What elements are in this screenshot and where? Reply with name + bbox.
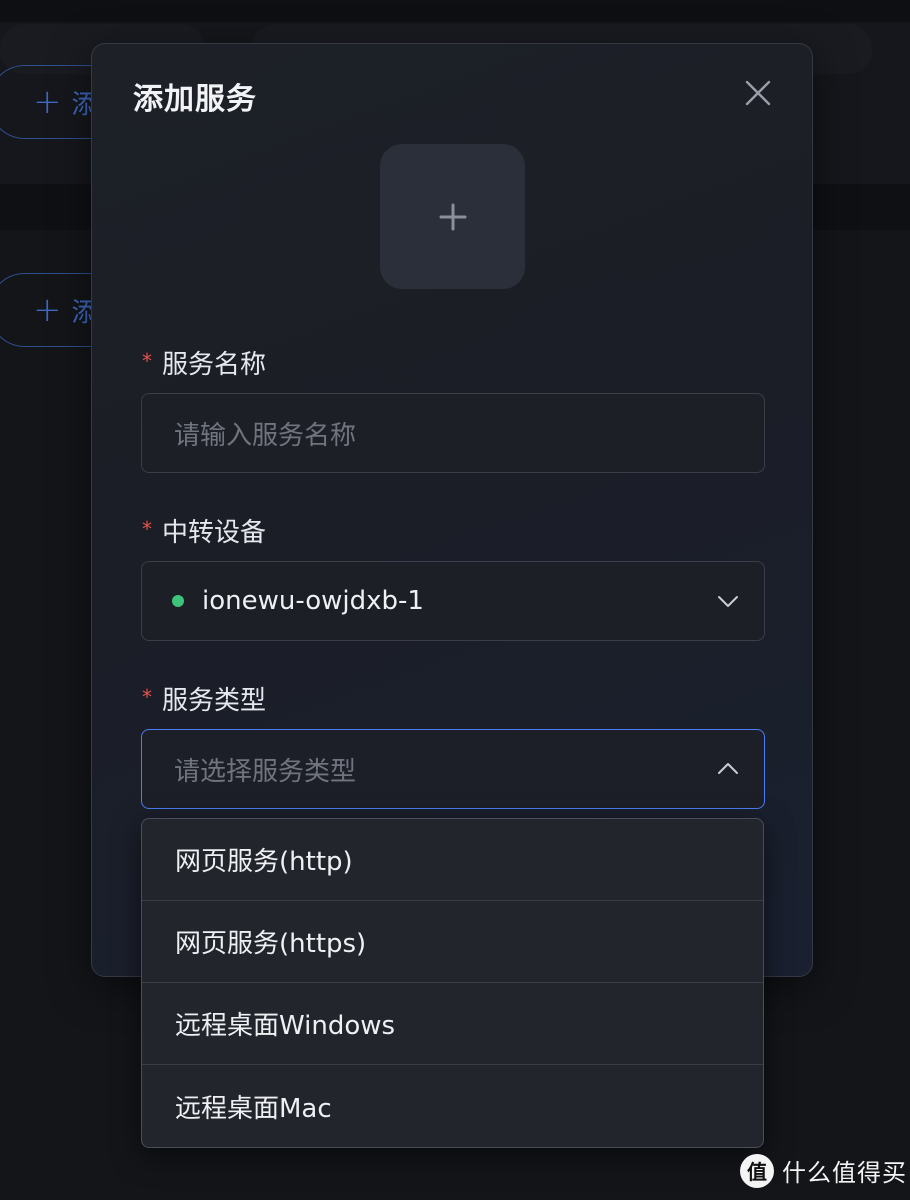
dropdown-option-https[interactable]: 网页服务(https) [142,901,763,983]
required-mark: * [142,348,152,373]
chevron-down-icon [718,596,738,607]
watermark-text: 什么值得买 [782,1159,907,1187]
modal-title: 添加服务 [133,82,257,117]
service-name-placeholder: 请输入服务名称 [174,420,357,451]
plus-icon: + [33,290,62,330]
service-name-input[interactable]: 请输入服务名称 [141,393,765,473]
dropdown-option-http[interactable]: 网页服务(http) [142,819,763,901]
watermark: 值 什么值得买 [740,1153,907,1188]
service-name-label-text: 服务名称 [162,350,267,380]
icon-upload-button[interactable] [380,144,525,289]
service-type-label: * 服务类型 [142,680,266,717]
relay-device-value: ionewu-owjdxb-1 [202,586,424,616]
dropdown-option-remote-windows[interactable]: 远程桌面Windows [142,983,763,1065]
online-status-dot [172,595,184,607]
service-type-placeholder: 请选择服务类型 [174,756,357,787]
close-icon [745,80,771,106]
required-mark: * [142,684,152,709]
background-top-strip [0,0,910,22]
dropdown-option-remote-mac[interactable]: 远程桌面Mac [142,1065,763,1147]
service-type-select[interactable]: 请选择服务类型 [141,729,765,809]
plus-icon: + [33,82,62,122]
service-type-label-text: 服务类型 [162,686,267,716]
chevron-up-icon [718,763,738,774]
relay-device-label-text: 中转设备 [162,518,267,548]
required-mark: * [142,516,152,541]
relay-device-select[interactable]: ionewu-owjdxb-1 [141,561,765,641]
watermark-logo: 值 [740,1153,774,1188]
plus-icon [439,203,466,230]
service-name-label: * 服务名称 [142,344,266,381]
close-button[interactable] [742,77,774,109]
service-type-dropdown: 网页服务(http) 网页服务(https) 远程桌面Windows 远程桌面M… [141,818,764,1148]
relay-device-label: * 中转设备 [142,512,266,549]
